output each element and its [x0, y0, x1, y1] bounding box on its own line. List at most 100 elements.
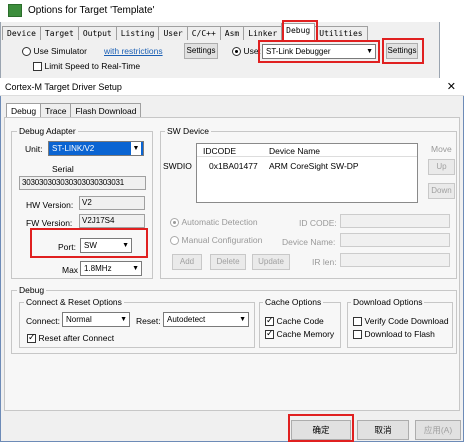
- row-idcode-cell: 0x1BA01477: [209, 161, 258, 171]
- ir-len-field[interactable]: [340, 253, 450, 267]
- use-simulator-option[interactable]: Use Simulator: [22, 46, 87, 57]
- move-up-button[interactable]: Up: [428, 159, 455, 175]
- row-device-name-cell: ARM CoreSight SW-DP: [269, 161, 359, 171]
- manual-configuration-option[interactable]: Manual Configuration: [170, 235, 263, 246]
- max-clock-value: 1.8MHz: [84, 264, 112, 273]
- id-code-label: ID CODE:: [299, 218, 337, 228]
- hw-version-label: HW Version:: [26, 200, 74, 210]
- reset-after-connect-checkbox[interactable]: [27, 332, 36, 344]
- tab-trace[interactable]: Trace: [40, 103, 72, 118]
- unit-select-value: ST-LINK/V2: [52, 144, 95, 153]
- cache-code-label: Cache Code: [276, 316, 324, 326]
- tab-listing[interactable]: Listing: [115, 26, 160, 40]
- tab-linker[interactable]: Linker: [243, 26, 283, 40]
- connect-reset-group-label: Connect & Reset Options: [24, 297, 124, 307]
- fw-version-label: FW Version:: [26, 218, 73, 228]
- device-name-label: Device Name:: [282, 237, 336, 247]
- ir-len-label: IR len:: [312, 257, 337, 267]
- unit-select[interactable]: ST-LINK/V2 ▼: [48, 141, 144, 156]
- verify-code-download-option[interactable]: Verify Code Download: [353, 316, 449, 327]
- apply-button[interactable]: 应用(A): [415, 420, 461, 440]
- reset-after-connect-label: Reset after Connect: [38, 333, 115, 343]
- keil-app-icon: [8, 4, 22, 17]
- chevron-down-icon: ▼: [131, 142, 141, 155]
- port-highlight: [30, 228, 148, 258]
- use-simulator-label: Use Simulator: [33, 46, 87, 56]
- automatic-detection-radio[interactable]: [170, 218, 179, 228]
- tab-c-cpp[interactable]: C/C++: [186, 26, 221, 40]
- connect-select-value: Normal: [66, 315, 92, 324]
- settings-button-highlight: [382, 38, 424, 64]
- sw-device-list[interactable]: IDCODE Device Name 0x1BA01477 ARM CoreSi…: [196, 143, 418, 203]
- with-restrictions-link[interactable]: with restrictions: [104, 46, 163, 56]
- verify-code-download-checkbox[interactable]: [353, 317, 362, 327]
- move-down-button[interactable]: Down: [428, 183, 455, 199]
- update-button[interactable]: Update: [252, 254, 290, 270]
- tab-asm[interactable]: Asm: [219, 26, 245, 40]
- col-device-name-header: Device Name: [269, 146, 321, 156]
- debug-adapter-group-label: Debug Adapter: [17, 126, 78, 136]
- cancel-button[interactable]: 取消: [357, 420, 409, 440]
- download-to-flash-option[interactable]: Download to Flash: [353, 329, 435, 340]
- verify-code-download-label: Verify Code Download: [364, 316, 449, 326]
- tab-user[interactable]: User: [158, 26, 188, 40]
- manual-configuration-radio[interactable]: [170, 236, 179, 246]
- swdio-label: SWDIO: [163, 161, 192, 171]
- options-window-title: Options for Target 'Template': [28, 5, 155, 16]
- tab-output[interactable]: Output: [77, 26, 117, 40]
- move-label: Move: [431, 144, 452, 154]
- cache-options-group-label: Cache Options: [263, 297, 324, 307]
- debugger-select-highlight: [258, 40, 380, 63]
- fw-version-field: V2J17S4: [79, 214, 145, 228]
- tab-device[interactable]: Device: [2, 26, 41, 40]
- limit-speed-label: Limit Speed to Real-Time: [44, 61, 141, 71]
- serial-label: Serial: [52, 164, 74, 174]
- reset-select[interactable]: Autodetect ▼: [163, 312, 249, 327]
- tab-utilities[interactable]: Utilities: [314, 26, 368, 40]
- delete-button[interactable]: Delete: [210, 254, 246, 270]
- download-to-flash-label: Download to Flash: [364, 329, 435, 339]
- connect-label: Connect:: [26, 316, 61, 326]
- use-debugger-radio[interactable]: [232, 47, 241, 57]
- hw-version-field: V2: [79, 196, 145, 210]
- unit-label: Unit:: [25, 144, 43, 154]
- download-options-group-label: Download Options: [351, 297, 425, 307]
- cache-code-option[interactable]: Cache Code: [265, 315, 324, 327]
- sw-device-group-label: SW Device: [165, 126, 212, 136]
- limit-speed-option[interactable]: Limit Speed to Real-Time: [33, 61, 141, 72]
- use-debugger-option[interactable]: Use:: [232, 46, 261, 57]
- tab-flash-download[interactable]: Flash Download: [70, 103, 142, 118]
- automatic-detection-label: Automatic Detection: [181, 217, 258, 227]
- tab-target[interactable]: Target: [39, 26, 79, 40]
- chevron-down-icon: ▼: [120, 316, 127, 323]
- reset-after-connect-option[interactable]: Reset after Connect: [27, 332, 115, 344]
- ok-button-highlight: [288, 414, 354, 442]
- col-idcode-header: IDCODE: [203, 146, 237, 156]
- chevron-down-icon: ▼: [132, 265, 139, 272]
- device-name-field[interactable]: [340, 233, 450, 247]
- add-button[interactable]: Add: [172, 254, 202, 270]
- dialog-title: Cortex-M Target Driver Setup: [5, 82, 122, 92]
- dialog-tab-strip: Debug Trace Flash Download: [6, 103, 142, 118]
- connect-select[interactable]: Normal ▼: [62, 312, 130, 327]
- cache-memory-option[interactable]: Cache Memory: [265, 328, 335, 340]
- automatic-detection-option[interactable]: Automatic Detection: [170, 217, 258, 228]
- close-icon[interactable]: ✕: [447, 80, 456, 93]
- download-to-flash-checkbox[interactable]: [353, 330, 362, 340]
- use-simulator-radio[interactable]: [22, 47, 31, 57]
- reset-select-value: Autodetect: [167, 315, 206, 324]
- dialog-titlebar: Cortex-M Target Driver Setup ✕: [0, 78, 464, 96]
- cache-memory-checkbox[interactable]: [265, 328, 274, 340]
- max-clock-select[interactable]: 1.8MHz ▼: [80, 261, 142, 276]
- simulator-settings-button[interactable]: Settings: [184, 43, 218, 59]
- reset-label: Reset:: [136, 316, 161, 326]
- tab-debug-setup[interactable]: Debug: [6, 103, 42, 118]
- manual-configuration-label: Manual Configuration: [181, 235, 263, 245]
- max-label: Max: [62, 265, 79, 275]
- debug-options-group-label: Debug: [17, 285, 47, 295]
- limit-speed-checkbox[interactable]: [33, 62, 42, 72]
- cache-memory-label: Cache Memory: [276, 329, 335, 339]
- id-code-field[interactable]: [340, 214, 450, 228]
- cache-code-checkbox[interactable]: [265, 315, 274, 327]
- list-header-divider: [197, 156, 417, 157]
